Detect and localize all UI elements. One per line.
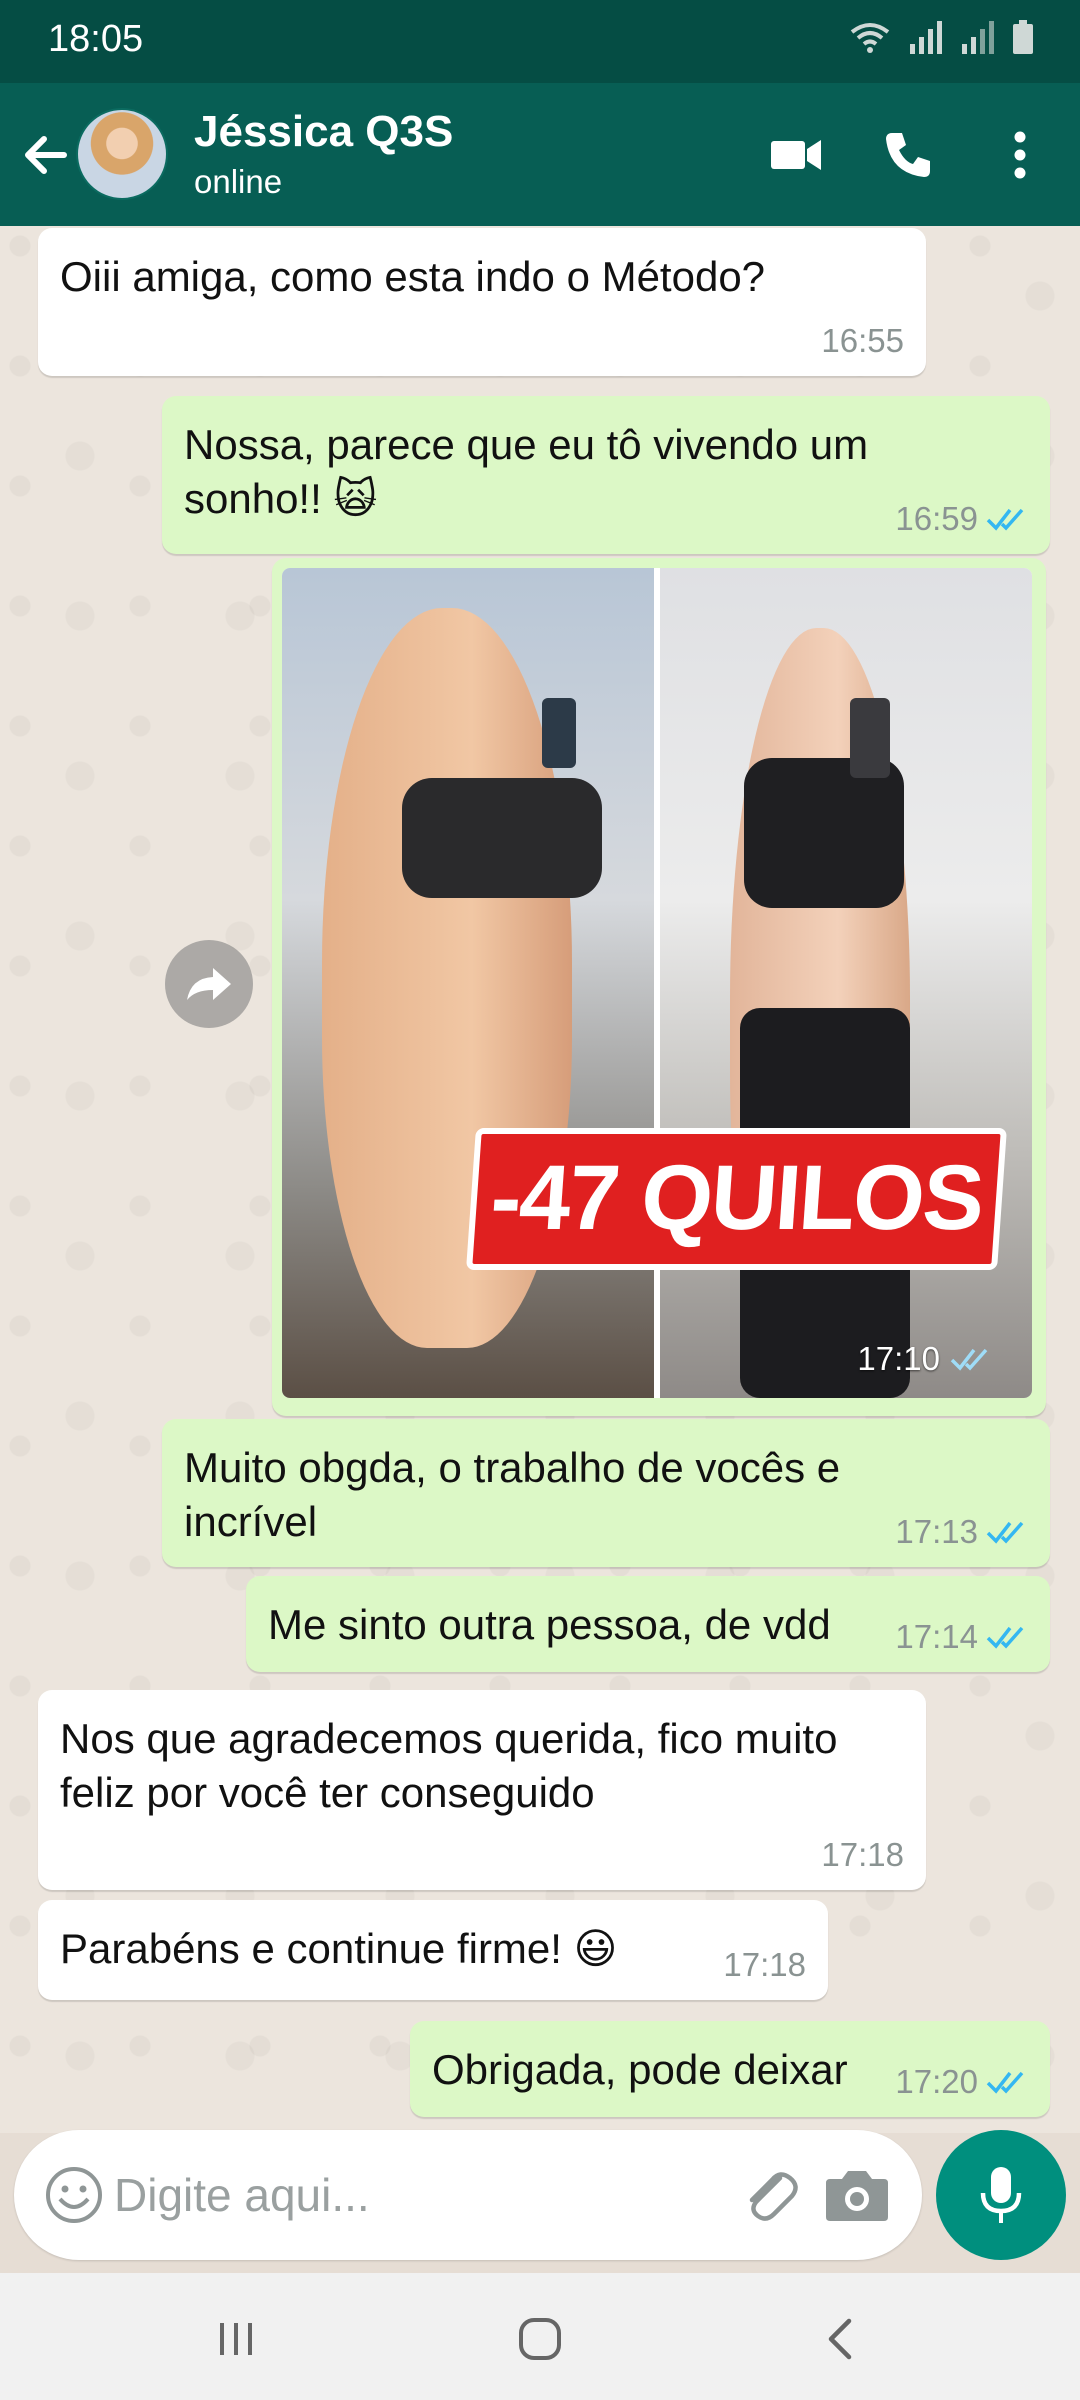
chat-area[interactable]: Oiii amiga, como esta indo o Método? 16:…	[0, 226, 1080, 2133]
double-check-icon	[986, 1626, 1024, 1649]
back-nav-button[interactable]	[810, 2309, 870, 2369]
contact-status: online	[194, 163, 283, 200]
message-text: Nossa, parece que eu tô vivendo um sonho…	[184, 421, 869, 522]
microphone-icon	[980, 2167, 1022, 2223]
after-photo	[660, 568, 1032, 1398]
message-bubble[interactable]: Muito obgda, o trabalho de vocês e incrí…	[162, 1419, 1050, 1567]
message-meta: 17:14	[895, 1616, 1028, 1658]
camera-icon	[826, 2171, 888, 2221]
back-button[interactable]	[18, 127, 74, 183]
attach-button[interactable]	[734, 2160, 804, 2230]
video-call-button[interactable]	[764, 123, 828, 187]
arrow-back-icon	[25, 136, 67, 174]
emoji-icon	[46, 2167, 102, 2223]
image-message[interactable]: -47 QUILOS 17:10	[272, 558, 1046, 1416]
message-meta: 16:55	[821, 320, 904, 362]
message-meta: 17:13	[895, 1511, 1028, 1553]
photo-caption: -47 QUILOS	[465, 1128, 1007, 1270]
message-time: 17:13	[895, 1512, 978, 1550]
message-time: 17:14	[895, 1617, 978, 1655]
paperclip-icon	[749, 2172, 798, 2221]
message-time: 17:18	[821, 1835, 904, 1873]
message-time: 16:59	[895, 499, 978, 537]
contact-avatar[interactable]	[76, 108, 168, 200]
home-button[interactable]	[510, 2309, 570, 2369]
message-text: Oiii amiga, como esta indo o Método?	[60, 253, 766, 300]
message-text: Muito obgda, o trabalho de vocês e incrí…	[184, 1444, 841, 1545]
back-nav-icon	[828, 2318, 852, 2360]
signal-icon	[910, 21, 942, 54]
double-check-icon	[950, 1348, 988, 1371]
message-input[interactable]	[114, 2155, 714, 2235]
message-meta: 17:10	[857, 1338, 992, 1380]
message-meta: 17:18	[821, 1834, 904, 1876]
message-bubble[interactable]: Oiii amiga, como esta indo o Método? 16:…	[38, 228, 926, 376]
signal-icon	[962, 21, 994, 54]
forward-icon	[187, 968, 231, 1000]
chat-header: Jéssica Q3S online	[0, 83, 1080, 226]
message-meta: 17:20	[895, 2061, 1028, 2103]
system-nav-bar	[0, 2273, 1080, 2400]
double-check-icon	[986, 2071, 1024, 2094]
more-options-button[interactable]	[988, 123, 1052, 187]
status-bar: 18:05	[0, 0, 1080, 83]
voice-message-button[interactable]	[936, 2130, 1066, 2260]
message-bubble[interactable]: Me sinto outra pessoa, de vdd 17:14	[246, 1576, 1050, 1672]
wifi-icon	[850, 23, 890, 53]
message-bubble[interactable]: Parabéns e continue firme! 😃 17:18	[38, 1900, 828, 2000]
header-actions	[764, 123, 1052, 187]
message-photo[interactable]: -47 QUILOS 17:10	[282, 568, 1032, 1398]
forward-button[interactable]	[165, 940, 253, 1028]
recent-apps-icon	[220, 2323, 252, 2355]
message-text: Nos que agradecemos querida, fico muito …	[60, 1715, 838, 1816]
double-check-icon	[986, 508, 1024, 531]
message-time: 17:10	[857, 1339, 940, 1377]
status-icons	[848, 20, 1034, 54]
before-photo	[282, 568, 654, 1398]
voice-call-icon	[886, 133, 930, 177]
message-text: Parabéns e continue firme! 😃	[60, 1925, 618, 1972]
camera-button[interactable]	[822, 2163, 892, 2227]
double-check-icon	[986, 1521, 1024, 1544]
message-text: Obrigada, pode deixar	[432, 2046, 848, 2093]
message-composer	[14, 2130, 922, 2260]
recent-apps-button[interactable]	[206, 2309, 266, 2369]
message-meta: 16:59	[895, 498, 1028, 540]
message-bubble[interactable]: Nossa, parece que eu tô vivendo um sonho…	[162, 396, 1050, 554]
home-icon	[519, 2318, 561, 2360]
message-bubble[interactable]: Obrigada, pode deixar 17:20	[410, 2021, 1050, 2117]
more-options-icon	[1014, 131, 1026, 179]
message-bubble[interactable]: Nos que agradecemos querida, fico muito …	[38, 1690, 926, 1890]
message-time: 17:18	[723, 1945, 806, 1983]
message-time: 16:55	[821, 321, 904, 359]
message-meta: 17:18	[723, 1944, 806, 1986]
status-time: 18:05	[48, 18, 144, 60]
message-time: 17:20	[895, 2062, 978, 2100]
emoji-button[interactable]	[42, 2163, 106, 2227]
battery-icon	[1013, 20, 1033, 54]
voice-call-button[interactable]	[876, 123, 940, 187]
contact-name[interactable]: Jéssica Q3S	[194, 107, 453, 157]
video-call-icon	[771, 140, 821, 170]
message-text: Me sinto outra pessoa, de vdd	[268, 1601, 831, 1648]
